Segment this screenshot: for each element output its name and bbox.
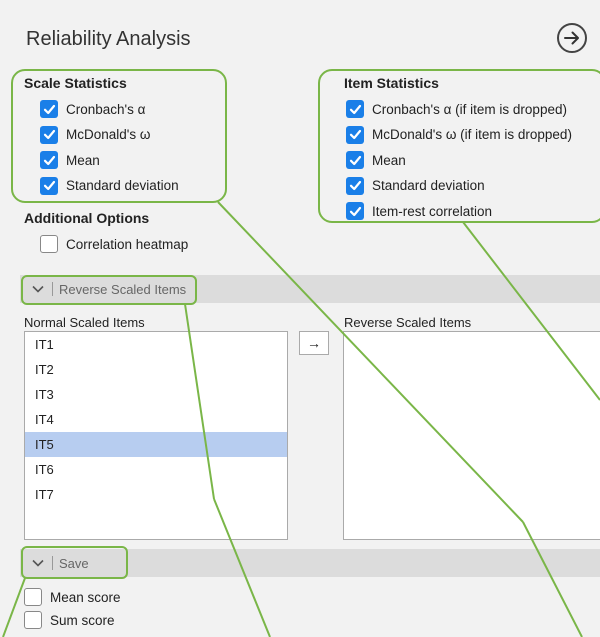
next-button[interactable] [557,23,587,53]
checkbox-label: Correlation heatmap [66,236,189,252]
checkbox-unchecked[interactable] [24,588,42,606]
normal-scaled-items-label: Normal Scaled Items [24,315,145,330]
list-item[interactable]: IT6 [25,457,287,482]
list-item[interactable]: IT4 [25,407,287,432]
checkbox-row[interactable]: Correlation heatmap [40,235,188,253]
list-item[interactable]: IT1 [25,332,287,357]
move-to-reverse-button[interactable]: → [299,331,329,355]
arrow-right-circle-icon [564,31,579,45]
checkbox-unchecked[interactable] [24,611,42,629]
item-statistics-highlight [318,69,600,223]
list-item[interactable]: IT2 [25,357,287,382]
checkbox-row[interactable]: Mean score [24,588,121,606]
reliability-panel: Reliability Analysis Scale Statistics Cr… [0,0,600,637]
normal-scaled-items-list[interactable]: IT1 IT2 IT3 IT4 IT5 IT6 IT7 [24,331,288,540]
list-item[interactable]: IT3 [25,382,287,407]
page-title: Reliability Analysis [26,28,191,50]
checkbox-label: Mean score [50,589,121,605]
checkbox-unchecked[interactable] [40,235,58,253]
list-item[interactable]: IT7 [25,482,287,507]
scale-statistics-highlight [11,69,227,203]
arrow-right-icon: → [307,335,321,351]
reverse-scaled-items-highlight [21,275,197,305]
reverse-scaled-items-list[interactable] [343,331,600,540]
checkbox-label: Sum score [50,612,115,628]
list-item[interactable]: IT5 [25,432,287,457]
save-highlight [21,546,128,579]
additional-options-label: Additional Options [24,210,150,226]
reverse-scaled-items-label: Reverse Scaled Items [344,315,472,330]
checkbox-row[interactable]: Sum score [24,611,115,629]
